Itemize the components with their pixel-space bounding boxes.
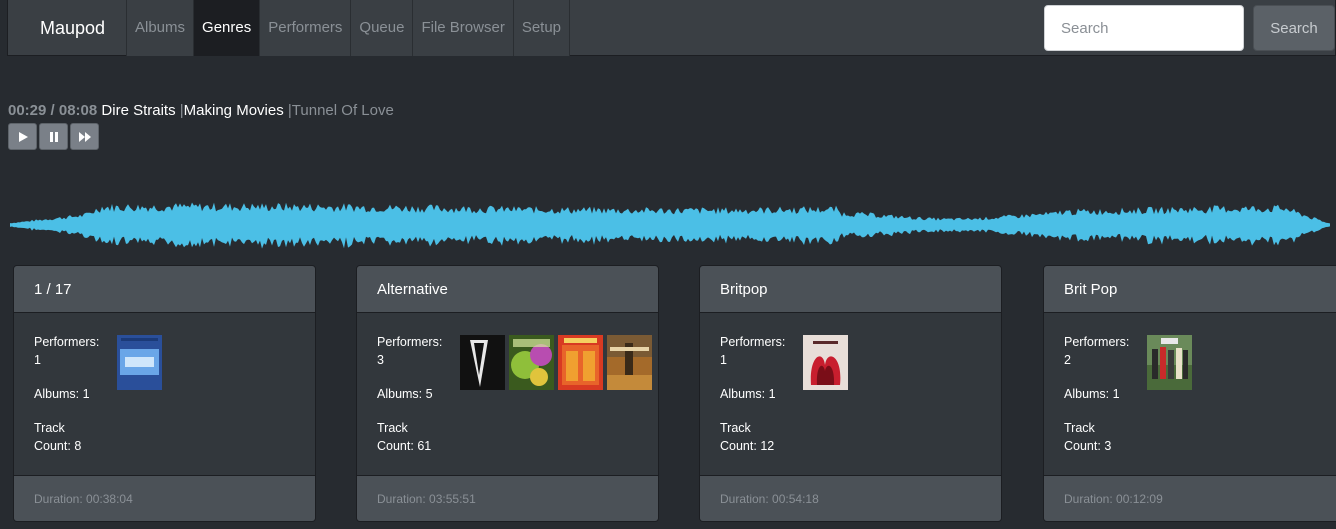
duration-label: Duration: bbox=[720, 492, 769, 506]
duration-value: 03:55:51 bbox=[429, 492, 476, 506]
count-label: Count: bbox=[720, 439, 757, 453]
nav-queue[interactable]: Queue bbox=[351, 0, 414, 56]
nav-genres[interactable]: Genres bbox=[194, 0, 261, 56]
albums-count: 1 bbox=[82, 387, 90, 401]
duration-label: Duration: bbox=[1064, 492, 1113, 506]
album-cover[interactable] bbox=[1147, 335, 1192, 390]
play-button[interactable] bbox=[8, 123, 37, 150]
album-cover[interactable] bbox=[607, 335, 652, 390]
albums-label: Albums: bbox=[720, 387, 766, 401]
player-controls bbox=[8, 123, 99, 150]
performers-label: Performers: bbox=[377, 335, 443, 349]
album-cover[interactable] bbox=[117, 335, 162, 390]
card-footer: Duration: 00:38:04 bbox=[14, 475, 315, 521]
card-footer: Duration: 00:54:18 bbox=[700, 475, 1001, 521]
track-count: 3 bbox=[1104, 439, 1112, 453]
track-label: Track bbox=[1064, 421, 1095, 435]
performers-count: 1 bbox=[720, 353, 727, 367]
genre-stats: Performers: 2 Albums: 1 Track Count: 3 bbox=[1064, 333, 1142, 455]
brand-logo[interactable]: Maupod bbox=[40, 0, 105, 56]
track-label: Track bbox=[720, 421, 751, 435]
track-label: Track bbox=[34, 421, 65, 435]
albums-label: Albums: bbox=[1064, 387, 1110, 401]
track-count: 61 bbox=[417, 439, 432, 453]
albums-count: 1 bbox=[1112, 387, 1120, 401]
now-playing-artist: Dire Straits bbox=[101, 102, 176, 119]
album-covers bbox=[117, 335, 162, 390]
waveform-seekbar[interactable] bbox=[10, 192, 1330, 258]
genre-card[interactable]: 1 / 17 Performers: 1 Albums: 1 Track Cou… bbox=[13, 265, 316, 522]
pause-button[interactable] bbox=[39, 123, 68, 150]
playback-time: 00:29 / 08:08 bbox=[8, 102, 98, 119]
album-cover[interactable] bbox=[558, 335, 603, 390]
performers-count: 3 bbox=[377, 353, 384, 367]
count-label: Count: bbox=[377, 439, 414, 453]
waveform-shape bbox=[10, 202, 1330, 249]
album-cover[interactable] bbox=[509, 335, 554, 390]
genre-name[interactable]: Alternative bbox=[357, 266, 658, 313]
duration-label: Duration: bbox=[377, 492, 426, 506]
track-count: 12 bbox=[760, 439, 775, 453]
duration-value: 00:38:04 bbox=[86, 492, 133, 506]
search-input[interactable] bbox=[1044, 5, 1244, 51]
nav-albums[interactable]: Albums bbox=[127, 0, 195, 56]
genre-name[interactable]: 1 / 17 bbox=[14, 266, 315, 313]
performers-count: 1 bbox=[34, 353, 41, 367]
card-footer: Duration: 03:55:51 bbox=[357, 475, 658, 521]
main-nav: Albums Genres Performers Queue File Brow… bbox=[126, 0, 571, 56]
genre-name[interactable]: Britpop bbox=[700, 266, 1001, 313]
card-body: Performers: 3 Albums: 5 Track Count: 61 bbox=[357, 313, 658, 476]
genre-card[interactable]: Brit Pop Performers: 2 Albums: 1 Track C… bbox=[1043, 265, 1336, 522]
performers-label: Performers: bbox=[34, 335, 100, 349]
nav-setup[interactable]: Setup bbox=[513, 0, 571, 56]
count-label: Count: bbox=[34, 439, 71, 453]
now-playing-track: Tunnel Of Love bbox=[291, 102, 394, 119]
genre-stats: Performers: 3 Albums: 5 Track Count: 61 bbox=[377, 333, 455, 455]
pause-icon bbox=[49, 131, 58, 142]
genre-name[interactable]: Brit Pop bbox=[1044, 266, 1336, 313]
genre-card[interactable]: Alternative Performers: 3 Albums: 5 Trac… bbox=[356, 265, 659, 522]
card-body: Performers: 1 Albums: 1 Track Count: 8 bbox=[14, 313, 315, 476]
search-button[interactable]: Search bbox=[1253, 5, 1335, 51]
duration-value: 00:54:18 bbox=[772, 492, 819, 506]
nav-file-browser[interactable]: File Browser bbox=[413, 0, 514, 56]
card-footer: Duration: 00:12:09 bbox=[1044, 475, 1336, 521]
duration-value: 00:12:09 bbox=[1116, 492, 1163, 506]
albums-label: Albums: bbox=[377, 387, 423, 401]
genre-stats: Performers: 1 Albums: 1 Track Count: 12 bbox=[720, 333, 798, 455]
track-count: 8 bbox=[74, 439, 82, 453]
duration-label: Duration: bbox=[34, 492, 83, 506]
albums-label: Albums: bbox=[34, 387, 80, 401]
track-label: Track bbox=[377, 421, 408, 435]
now-playing-album: Making Movies bbox=[183, 102, 284, 119]
genre-card[interactable]: Britpop Performers: 1 Albums: 1 Track Co… bbox=[699, 265, 1002, 522]
album-cover[interactable] bbox=[803, 335, 848, 390]
performers-label: Performers: bbox=[1064, 335, 1130, 349]
albums-count: 5 bbox=[425, 387, 433, 401]
albums-count: 1 bbox=[768, 387, 776, 401]
album-covers bbox=[460, 335, 652, 390]
play-icon bbox=[18, 131, 28, 142]
performers-count: 2 bbox=[1064, 353, 1071, 367]
card-body: Performers: 2 Albums: 1 Track Count: 3 bbox=[1044, 313, 1336, 476]
fast-forward-icon bbox=[78, 131, 91, 142]
navbar: Maupod Albums Genres Performers Queue Fi… bbox=[7, 0, 1336, 56]
next-button[interactable] bbox=[70, 123, 99, 150]
nav-performers[interactable]: Performers bbox=[260, 0, 352, 56]
album-covers bbox=[1147, 335, 1192, 390]
album-cover[interactable] bbox=[460, 335, 505, 390]
now-playing-info: 00:29 / 08:08 Dire Straits |Making Movie… bbox=[8, 102, 394, 119]
genre-stats: Performers: 1 Albums: 1 Track Count: 8 bbox=[34, 333, 112, 455]
performers-label: Performers: bbox=[720, 335, 786, 349]
count-label: Count: bbox=[1064, 439, 1101, 453]
card-body: Performers: 1 Albums: 1 Track Count: 12 bbox=[700, 313, 1001, 476]
album-covers bbox=[803, 335, 848, 390]
